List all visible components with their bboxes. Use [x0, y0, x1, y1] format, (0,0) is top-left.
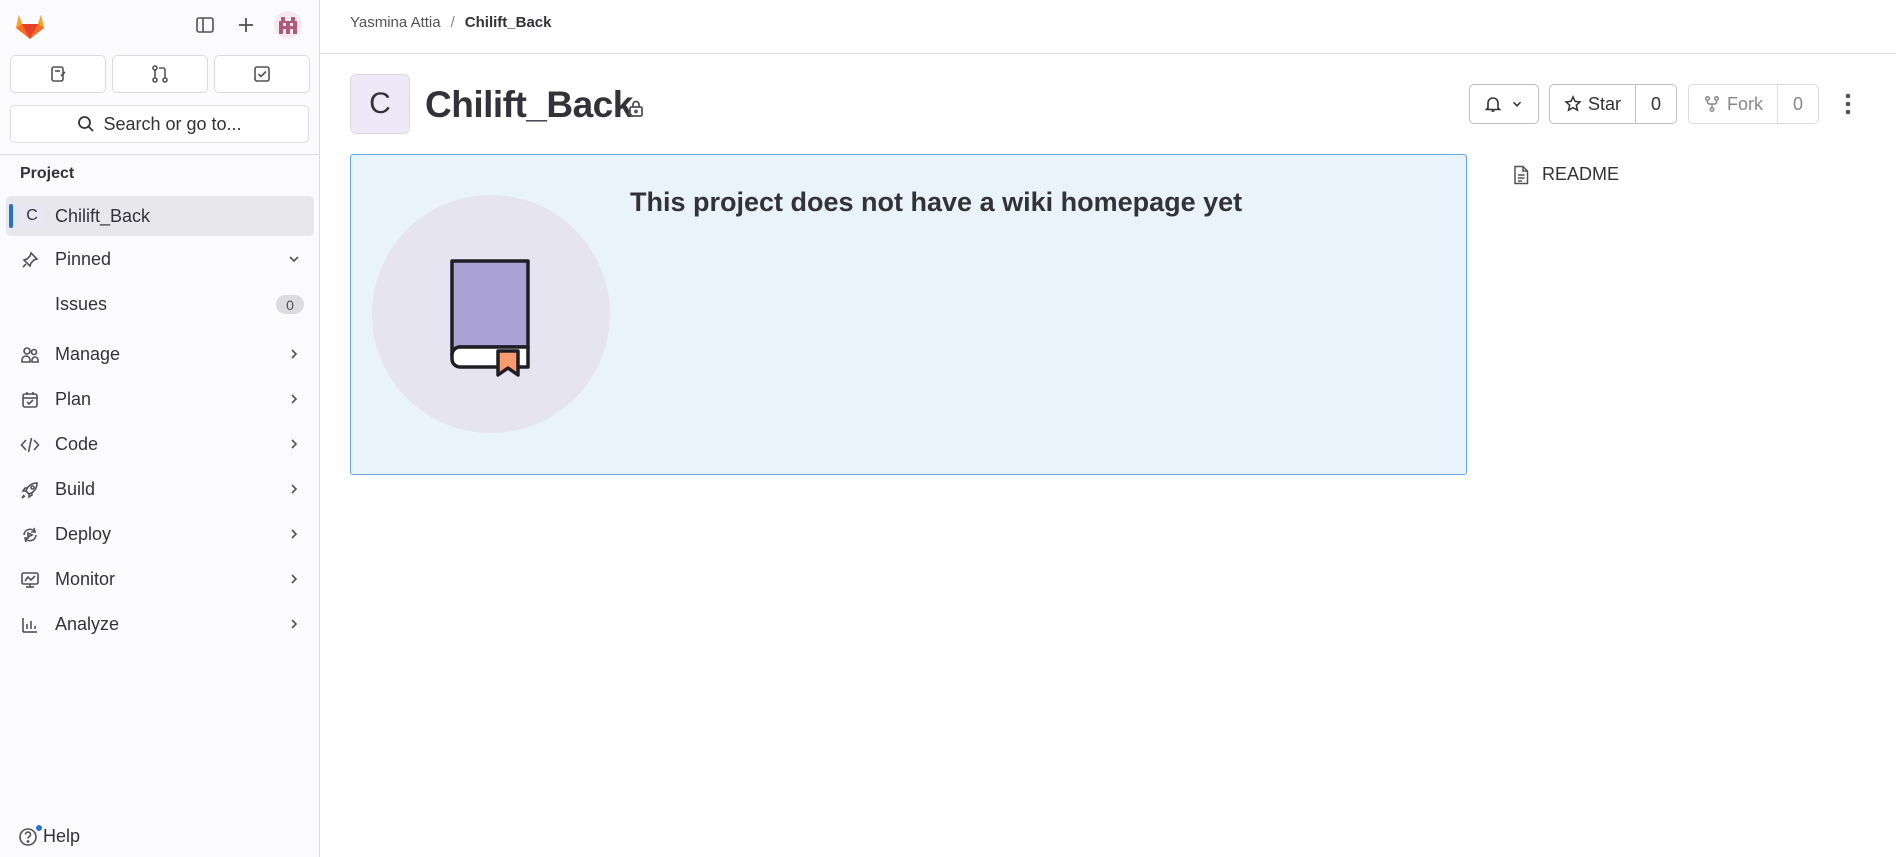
search-label: Search or go to... [103, 113, 242, 134]
bell-icon [1484, 97, 1502, 112]
search-button[interactable]: Search or go to... [10, 105, 309, 143]
star-count-link[interactable]: 0 [1636, 94, 1676, 115]
wiki-empty-state: This project does not have a wiki homepa… [350, 154, 1467, 475]
issues-icon [51, 66, 66, 82]
collapse-sidebar-icon[interactable] [192, 12, 218, 38]
chevron-right-icon [291, 619, 298, 629]
chevron-right-icon [291, 484, 298, 494]
document-icon [1514, 165, 1529, 184]
chevron-right-icon [291, 574, 298, 584]
project-avatar[interactable]: C [350, 74, 410, 134]
sidebar-item-label: Manage [55, 343, 121, 364]
search-icon [78, 116, 95, 132]
left-sidebar: Search or go to... Project C Chilift_Bac… [0, 0, 320, 857]
sidebar-item-analyze[interactable]: Analyze [6, 604, 314, 644]
star-label: Star [1588, 93, 1622, 114]
fork-label: Fork [1727, 93, 1763, 114]
sidebar-item-label: Monitor [55, 568, 116, 589]
chart-icon [20, 615, 40, 635]
chevron-right-icon [291, 529, 298, 539]
sidebar-item-project[interactable]: C Chilift_Back [6, 196, 314, 236]
sidebar-item-label: Pinned [55, 248, 112, 269]
top-bar: Yasmina Attia / Chilift_Back [320, 0, 1896, 54]
code-icon [20, 435, 40, 455]
help-icon [18, 823, 43, 847]
sidebar-item-manage[interactable]: Manage [6, 334, 314, 374]
rocket-icon [20, 480, 40, 500]
sidebar-top-bar [0, 0, 320, 50]
star-button-group: Star 0 [1549, 84, 1677, 124]
chevron-down-icon [1512, 101, 1522, 107]
star-icon [1564, 95, 1582, 112]
issues-count-badge: 0 [276, 295, 304, 314]
sidebar-item-build[interactable]: Build [6, 469, 314, 509]
sidebar-item-monitor[interactable]: Monitor [6, 559, 314, 599]
sidebar-item-pinned[interactable]: Pinned [6, 239, 314, 279]
project-letter-avatar: C [20, 204, 44, 228]
fork-count-link[interactable]: 0 [1778, 94, 1818, 115]
fork-button[interactable]: Fork [1689, 85, 1778, 123]
help-label: Help [43, 826, 81, 846]
empty-state-illustration [372, 195, 610, 433]
page-title: Chilift_Back [425, 84, 633, 125]
deploy-icon [20, 525, 40, 545]
sidebar-item-label: Analyze [55, 613, 120, 634]
more-actions-kebab-icon[interactable] [1836, 92, 1860, 116]
sidebar-item-label: Code [55, 433, 99, 454]
book-icon [450, 259, 530, 377]
chevron-right-icon [291, 349, 298, 359]
create-new-icon[interactable] [233, 12, 259, 38]
chevron-right-icon [291, 439, 298, 449]
sidebar-item-label: Plan [55, 388, 92, 409]
sidebar-item-plan[interactable]: Plan [6, 379, 314, 419]
pin-icon [20, 250, 40, 270]
breadcrumb-owner-link[interactable]: Yasmina Attia [350, 14, 441, 31]
readme-link[interactable]: README [1512, 164, 1619, 185]
sidebar-item-label: Deploy [55, 523, 112, 544]
merge-requests-button[interactable] [112, 55, 208, 93]
todo-list-button[interactable] [214, 55, 310, 93]
readme-label: README [1542, 164, 1620, 184]
active-indicator [9, 204, 13, 228]
sidebar-item-code[interactable]: Code [6, 424, 314, 464]
breadcrumb-current-link[interactable]: Chilift_Back [465, 14, 552, 31]
quick-actions [10, 55, 310, 93]
breadcrumb-separator: / [450, 14, 455, 31]
sidebar-divider [0, 154, 320, 155]
notification-dot [35, 823, 43, 832]
chevron-right-icon [291, 394, 298, 404]
fork-button-group: Fork 0 [1688, 84, 1819, 124]
breadcrumb: Yasmina Attia / Chilift_Back [350, 14, 551, 31]
sidebar-item-label: Chilift_Back [55, 205, 151, 226]
section-label-project: Project [20, 165, 75, 182]
empty-state-title: This project does not have a wiki homepa… [630, 187, 1243, 217]
user-avatar[interactable] [274, 11, 302, 39]
assigned-issues-button[interactable] [10, 55, 106, 93]
calendar-icon [20, 390, 40, 410]
todo-icon [254, 66, 270, 82]
sidebar-item-issues[interactable]: Issues 0 [6, 284, 314, 324]
sidebar-item-label: Issues [55, 293, 108, 314]
fork-icon [1704, 95, 1720, 113]
sidebar-item-deploy[interactable]: Deploy [6, 514, 314, 554]
users-icon [20, 345, 40, 365]
star-button[interactable]: Star [1550, 85, 1637, 123]
gitlab-logo-icon[interactable] [12, 7, 48, 43]
sidebar-item-label: Build [55, 478, 96, 499]
chevron-down-icon [289, 256, 299, 263]
notification-settings-button[interactable] [1469, 84, 1539, 124]
merge-request-icon [152, 65, 168, 83]
lock-icon [629, 100, 643, 117]
help-button[interactable]: Help [18, 823, 81, 847]
monitor-icon [20, 570, 40, 590]
